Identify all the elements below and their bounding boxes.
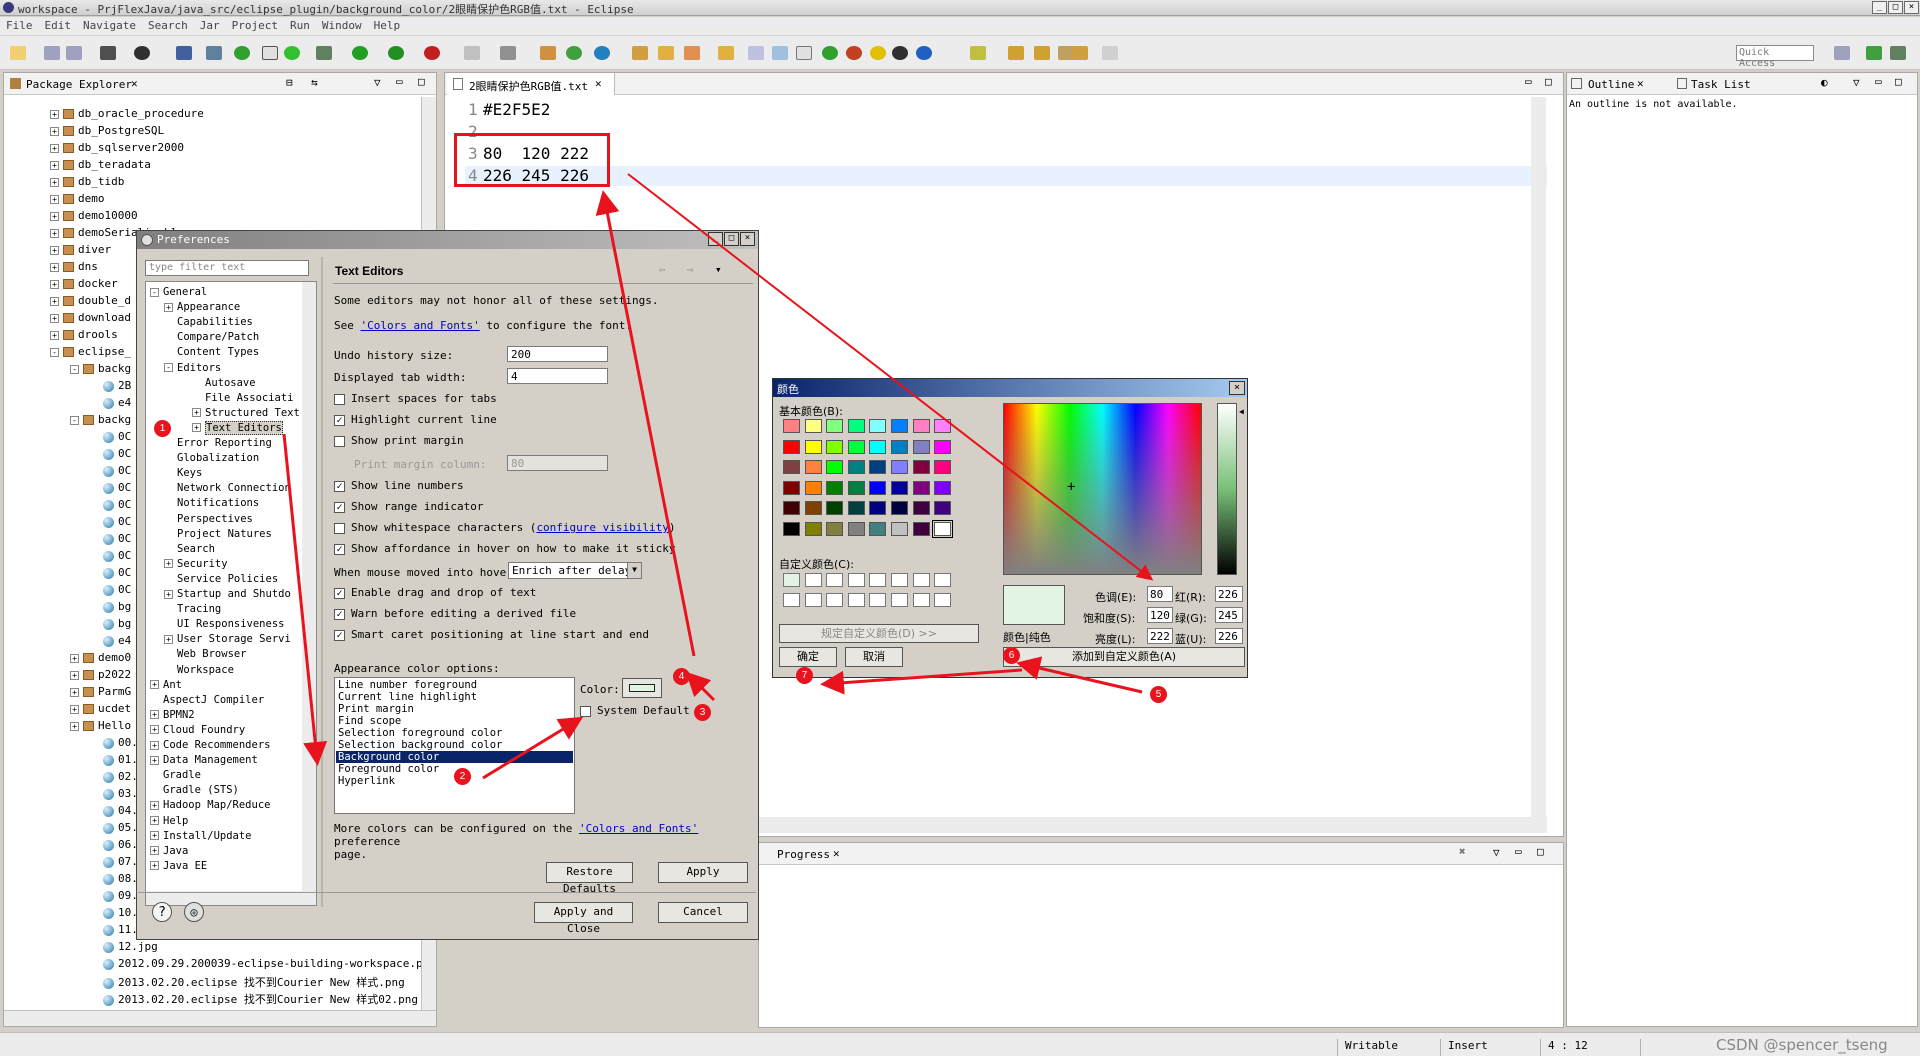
annotation-marker: 3 bbox=[694, 704, 711, 721]
cursor-position-status: 4 : 12 bbox=[1548, 1039, 1588, 1052]
arrow-rgb bbox=[627, 173, 1154, 581]
status-bar: Writable Insert 4 : 12 CSDN @spencer_tse… bbox=[0, 1032, 1920, 1056]
annotation-arrows bbox=[282, 173, 1154, 780]
arrow-4 bbox=[595, 190, 696, 657]
csdn-watermark: CSDN @spencer_tseng bbox=[1716, 1036, 1888, 1054]
arrow-2 bbox=[482, 716, 584, 780]
annotation-marker: 1 bbox=[154, 420, 171, 437]
annotation-marker: 2 bbox=[454, 768, 471, 785]
annotation-marker: 4 bbox=[673, 668, 690, 685]
arrow-3 bbox=[685, 671, 716, 702]
annotation-marker: 7 bbox=[796, 667, 813, 684]
arrow-1 bbox=[282, 433, 328, 766]
arrow-5 bbox=[1016, 656, 1143, 694]
annotation-marker: 6 bbox=[1003, 647, 1020, 664]
annotation-marker: 5 bbox=[1150, 686, 1167, 703]
insert-mode-status: Insert bbox=[1448, 1039, 1488, 1052]
arrow-6 bbox=[820, 668, 1023, 695]
writable-status: Writable bbox=[1345, 1039, 1398, 1052]
